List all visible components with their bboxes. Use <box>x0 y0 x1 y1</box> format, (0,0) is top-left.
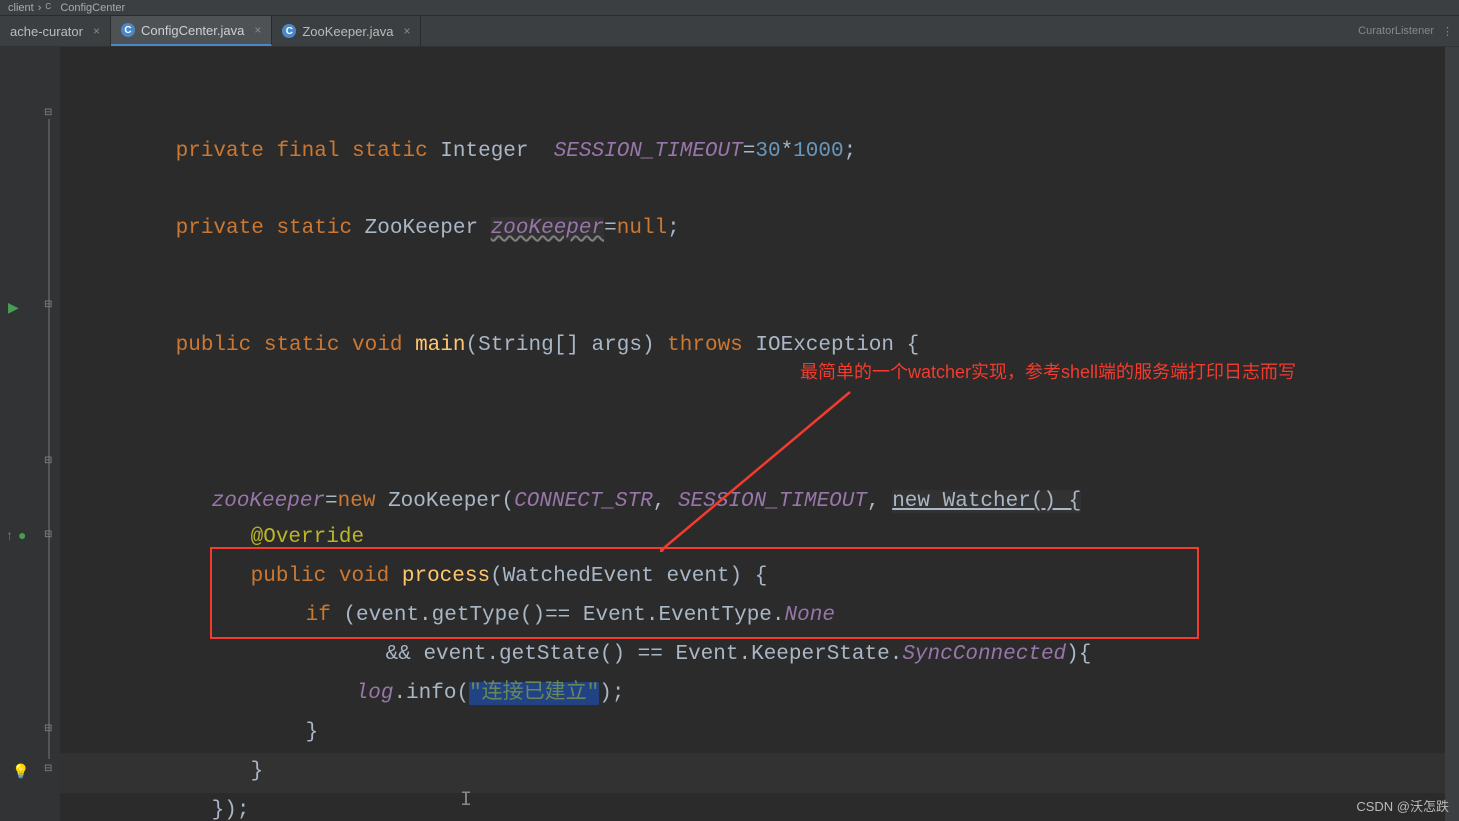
fold-icon[interactable]: ⊟ <box>44 763 52 774</box>
gutter: ▶ ↑ ● 💡 <box>0 47 40 821</box>
intention-bulb-icon[interactable]: 💡 <box>12 763 29 780</box>
watermark-text: CSDN @沃怎跌 <box>1356 796 1449 815</box>
editor-tab-bar: ache-curator × C ConfigCenter.java × C Z… <box>0 16 1459 47</box>
fold-column: ⊟ ⊟ ⊟ ⊟ ⊟ ⊟ <box>40 47 60 821</box>
tab-label: ache-curator <box>10 24 83 39</box>
ellipsis-icon[interactable]: ⋮ <box>1442 25 1453 38</box>
text-cursor-icon: I <box>460 789 472 812</box>
fold-icon[interactable]: ⊟ <box>44 107 52 118</box>
implement-up-icon[interactable]: ● <box>18 527 26 543</box>
breadcrumb-bar: client › C ConfigCenter <box>0 0 1459 16</box>
tool-label: CuratorListener <box>1358 25 1434 37</box>
code-editor[interactable]: private final static Integer SESSION_TIM… <box>60 47 1445 821</box>
fold-icon[interactable]: ⊟ <box>44 299 52 310</box>
breadcrumb-item-2[interactable]: ConfigCenter <box>60 2 125 14</box>
code-line: }); <box>136 754 249 821</box>
breadcrumb-sep: › <box>38 2 42 14</box>
tab-zookeeper[interactable]: C ZooKeeper.java × <box>272 16 421 46</box>
close-icon[interactable]: × <box>254 23 261 37</box>
fold-icon[interactable]: ⊟ <box>44 455 52 466</box>
code-line: log.info("连接已建立"); <box>280 637 625 751</box>
class-icon: C <box>121 23 135 37</box>
tab-configcenter[interactable]: C ConfigCenter.java × <box>111 16 272 46</box>
tab-label: ConfigCenter.java <box>141 23 244 38</box>
close-icon[interactable]: × <box>93 24 100 38</box>
editor-scrollbar[interactable] <box>1445 47 1459 821</box>
fold-icon[interactable]: ⊟ <box>44 529 52 540</box>
close-icon[interactable]: × <box>403 24 410 38</box>
code-line: public static void main(String[] args) t… <box>100 289 919 403</box>
class-icon: C <box>282 24 296 38</box>
code-line: private static ZooKeeper zooKeeper=null; <box>100 172 680 286</box>
tab-ache-curator[interactable]: ache-curator × <box>0 16 111 46</box>
tab-label: ZooKeeper.java <box>302 24 393 39</box>
override-icon[interactable]: ↑ <box>6 527 13 543</box>
run-icon[interactable]: ▶ <box>8 299 19 316</box>
breadcrumb-item-1[interactable]: client <box>8 2 34 14</box>
class-icon: C <box>45 2 56 13</box>
fold-icon[interactable]: ⊟ <box>44 723 52 734</box>
right-tool-label[interactable]: CuratorListener ⋮ <box>1358 16 1453 46</box>
editor-wrap: ▶ ↑ ● 💡 ⊟ ⊟ ⊟ ⊟ ⊟ ⊟ private final static… <box>0 47 1459 821</box>
